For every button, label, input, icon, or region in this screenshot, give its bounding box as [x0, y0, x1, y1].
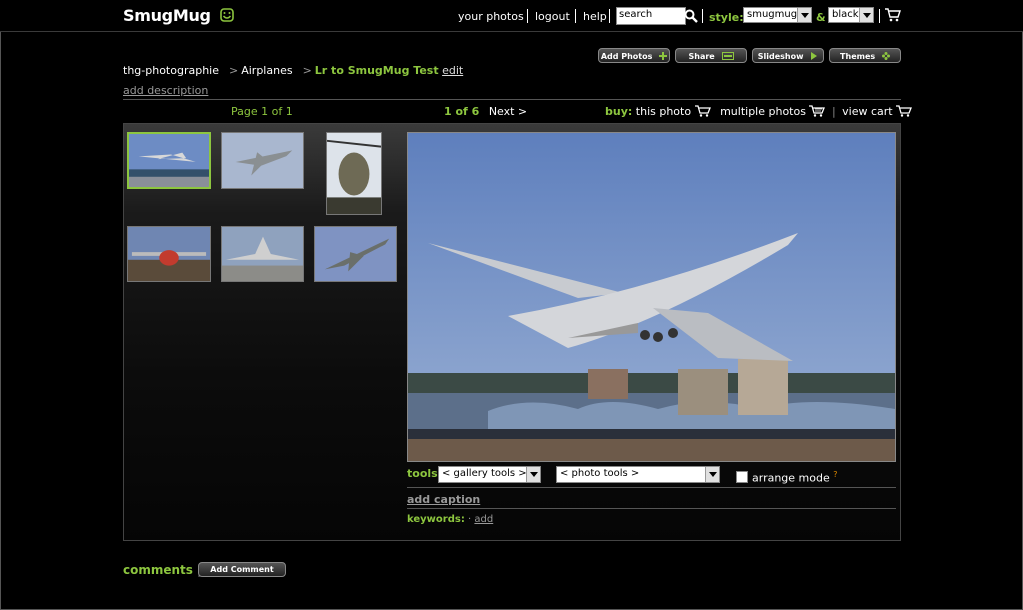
- next-link[interactable]: Next >: [489, 105, 527, 118]
- divider: [407, 508, 896, 509]
- play-icon: [811, 52, 818, 60]
- keywords-label: keywords:: [407, 514, 465, 525]
- thumbnail-1[interactable]: [127, 132, 211, 189]
- nav-help[interactable]: help: [583, 10, 607, 23]
- gallery-tools-select[interactable]: < gallery tools >: [438, 466, 541, 483]
- add-comment-button[interactable]: Add Comment: [198, 562, 286, 577]
- add-photos-label: Add Photos: [600, 52, 653, 61]
- keywords-dot: ·: [468, 514, 472, 525]
- plane-photo-icon: [222, 133, 303, 188]
- style-select[interactable]: smugmug: [743, 7, 812, 23]
- breadcrumb-separator: >: [302, 64, 312, 77]
- pipe-divider: |: [831, 105, 836, 118]
- add-caption-link[interactable]: add caption: [407, 493, 480, 506]
- color-select[interactable]: black: [828, 7, 874, 23]
- buy-bar: buy: this photo multiple photos | view c…: [605, 105, 913, 118]
- jet-photo-icon: [315, 227, 396, 281]
- cart-icon[interactable]: [694, 105, 711, 117]
- nav-divider: [609, 9, 610, 23]
- nav-your-photos[interactable]: your photos: [458, 10, 524, 23]
- themes-button[interactable]: Themes: [829, 48, 901, 63]
- jet-photo-icon: [222, 227, 303, 281]
- ampersand: &: [816, 11, 826, 24]
- arrange-mode-label: arrange mode ?: [752, 470, 838, 485]
- buy-label: buy:: [605, 105, 633, 118]
- page-indicator: Page 1 of 1: [231, 105, 293, 118]
- share-button[interactable]: Share: [675, 48, 747, 63]
- photo-navigation: 1 of 6 Next >: [444, 105, 527, 118]
- nav-divider: [575, 9, 576, 23]
- logo-text: SmugMug: [123, 6, 211, 25]
- themes-label: Themes: [840, 52, 876, 61]
- share-icon: [721, 52, 734, 60]
- divider: [123, 99, 901, 100]
- arrange-mode-text: arrange mode: [752, 471, 830, 485]
- help-icon[interactable]: ?: [833, 470, 837, 479]
- view-cart-link[interactable]: view cart: [842, 105, 892, 118]
- add-keyword-link[interactable]: add: [474, 514, 493, 525]
- cart-icon[interactable]: [885, 8, 901, 22]
- bomber-aircraft-photo: [408, 133, 895, 461]
- smugmug-logo[interactable]: SmugMug: [123, 6, 234, 25]
- photo-tools-select[interactable]: < photo tools >: [556, 466, 720, 483]
- breadcrumb-gallery: Lr to SmugMug Test: [314, 64, 439, 77]
- comments-heading: comments|: [123, 563, 201, 577]
- plane-photo-icon: [128, 227, 210, 281]
- chevron-down-icon: [797, 8, 811, 22]
- nav-divider: [702, 9, 703, 23]
- smiley-icon: [220, 8, 234, 22]
- chevron-down-icon: [705, 467, 719, 482]
- keywords-row: keywords: · add: [407, 514, 493, 525]
- comments-label: comments: [123, 563, 193, 577]
- main-photo[interactable]: [407, 132, 896, 462]
- thumbnail-3[interactable]: [326, 132, 382, 215]
- plus-icon: [659, 52, 668, 60]
- color-select-value: black: [832, 9, 859, 20]
- thumbnail-4[interactable]: [127, 226, 211, 282]
- arrange-mode-checkbox[interactable]: [736, 471, 748, 483]
- helicopter-photo-icon: [327, 133, 381, 214]
- tools-label-text: tools:: [407, 467, 443, 480]
- multi-cart-icon[interactable]: [809, 105, 826, 117]
- cart-icon[interactable]: [896, 105, 913, 117]
- slideshow-button[interactable]: Slideshow: [752, 48, 824, 63]
- share-label: Share: [688, 52, 715, 61]
- breadcrumb-separator: >: [229, 64, 239, 77]
- nav-divider: [879, 9, 880, 23]
- gallery-tools-value: < gallery tools >: [442, 468, 527, 479]
- thumbnail-5[interactable]: [221, 226, 304, 282]
- tools-label: tools:: [407, 467, 442, 480]
- search-input[interactable]: search: [616, 7, 686, 25]
- photo-tools-value: < photo tools >: [560, 468, 640, 479]
- style-label: style:: [709, 11, 744, 24]
- add-description-link[interactable]: add description: [123, 84, 208, 97]
- nav-logout[interactable]: logout: [535, 10, 570, 23]
- divider: [407, 487, 896, 488]
- chevron-down-icon: [859, 8, 873, 22]
- search-icon[interactable]: [684, 9, 698, 23]
- breadcrumb: thg-photographie > Airplanes > Lr to SmugMug…: [123, 64, 463, 77]
- edit-gallery-link[interactable]: edit: [442, 64, 463, 77]
- slideshow-label: Slideshow: [757, 52, 804, 61]
- thumbnail-6[interactable]: [314, 226, 397, 282]
- buy-multiple-photos-link[interactable]: multiple photos: [720, 105, 806, 118]
- add-photos-button[interactable]: Add Photos: [598, 48, 670, 63]
- photo-count: 1 of 6: [444, 105, 480, 118]
- breadcrumb-user[interactable]: thg-photographie: [123, 64, 219, 77]
- top-bar: SmugMug your photos logout help search s…: [0, 0, 1023, 32]
- breadcrumb-category[interactable]: Airplanes: [241, 64, 292, 77]
- plane-photo-icon: [129, 134, 209, 187]
- thumbnail-2[interactable]: [221, 132, 304, 189]
- chevron-down-icon: [526, 467, 540, 482]
- buy-this-photo-link[interactable]: this photo: [636, 105, 691, 118]
- themes-icon: [881, 52, 890, 60]
- style-select-value: smugmug: [747, 9, 798, 20]
- nav-divider: [527, 9, 528, 23]
